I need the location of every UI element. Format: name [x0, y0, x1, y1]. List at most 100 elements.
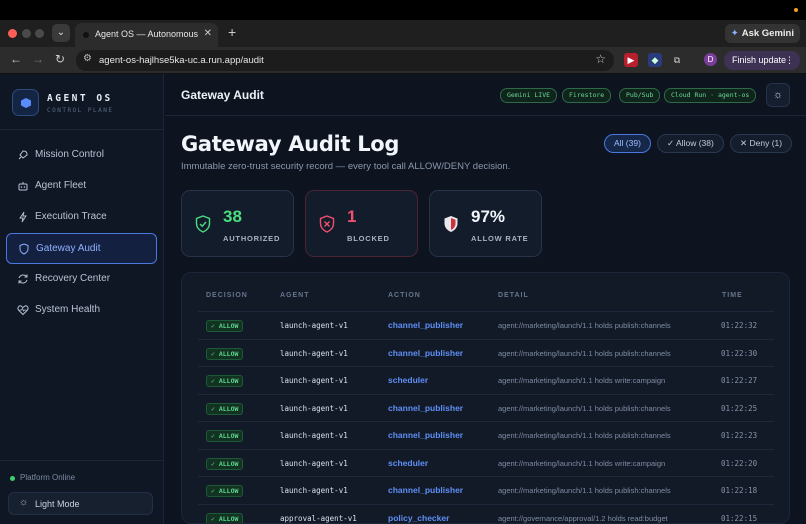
ask-gemini-button[interactable]: ✦ Ask Gemini: [724, 24, 800, 43]
platform-status: Platform Online: [20, 473, 76, 482]
row-action-link[interactable]: channel_publisher: [388, 485, 463, 495]
sidebar-item-label: Gateway Audit: [36, 243, 101, 254]
table-row[interactable]: ✓ ALLOW approval-agent-v1 policy_checker ag…: [198, 503, 774, 523]
stat-value: 38: [223, 207, 242, 226]
window-close-button[interactable]: [8, 29, 17, 38]
sidebar-nav: Mission Control Agent Fleet Execution Tr…: [6, 140, 157, 326]
status-pill-firestore: Firestore: [562, 88, 612, 103]
sidebar-item-execution-trace[interactable]: Execution Trace: [6, 202, 157, 233]
row-action-link[interactable]: scheduler: [388, 375, 428, 385]
filter-deny-button[interactable]: ✕ Deny (1): [730, 134, 793, 153]
row-action-link[interactable]: policy_checker: [388, 513, 449, 523]
address-bar[interactable]: ⚙ agent-os-hajlhse5ka-uc.a.run.app/audit…: [76, 50, 614, 71]
row-agent: launch-agent-v1: [280, 348, 348, 358]
column-header-agent: AGENT: [280, 292, 310, 299]
filter-allow-button[interactable]: ✓ Allow (38): [657, 134, 724, 153]
new-tab-button[interactable]: +: [228, 24, 236, 40]
sidebar-item-recovery-center[interactable]: Recovery Center: [6, 264, 157, 295]
browser-tab-bar: ⌄ Agent OS — Autonomous Ope ✕ + ✦Ask Gem…: [0, 20, 806, 47]
filter-all-button[interactable]: All (39): [604, 134, 651, 153]
extensions-puzzle-icon[interactable]: ⧉: [670, 53, 684, 67]
window-maximize-button[interactable]: [35, 29, 44, 38]
finish-update-button[interactable]: Finish update ⋮: [724, 51, 800, 70]
column-header-time: TIME: [722, 292, 743, 299]
row-action-link[interactable]: channel_publisher: [388, 430, 463, 440]
row-agent: approval-agent-v1: [280, 513, 357, 523]
theme-toggle-sun-icon[interactable]: ☼: [766, 83, 790, 107]
extension-red-icon[interactable]: ▶: [624, 53, 638, 67]
app-root: AGENT OS CONTROL PLANE Mission Control A…: [0, 74, 806, 524]
tab-search-chevron-icon[interactable]: ⌄: [52, 24, 70, 42]
stat-card-blocked: 1 BLOCKED: [305, 190, 418, 257]
tab-close-icon[interactable]: ✕: [204, 28, 212, 39]
row-action-link[interactable]: channel_publisher: [388, 348, 463, 358]
row-detail: agent://marketing/launch/1.1 holds publi…: [498, 321, 671, 330]
top-bar: Gateway Audit Gemini LIVE Firestore Pub/…: [165, 74, 806, 116]
brand-name: AGENT OS: [47, 93, 113, 104]
url-text: agent-os-hajlhse5ka-uc.a.run.app/audit: [99, 55, 264, 66]
brand: AGENT OS CONTROL PLANE: [0, 74, 164, 130]
light-mode-button[interactable]: ☼ Light Mode: [8, 492, 153, 515]
sidebar-footer: Platform Online ☼ Light Mode: [0, 460, 164, 524]
row-action-link[interactable]: channel_publisher: [388, 320, 463, 330]
sidebar-item-system-health[interactable]: System Health: [6, 295, 157, 326]
topbar-title: Gateway Audit: [181, 88, 264, 102]
table-row[interactable]: ✓ ALLOW launch-agent-v1 channel_publisher a…: [198, 476, 774, 504]
column-header-action: ACTION: [388, 292, 421, 299]
sidebar-item-agent-fleet[interactable]: Agent Fleet: [6, 171, 157, 202]
main-content: Gateway Audit Gemini LIVE Firestore Pub/…: [165, 74, 806, 524]
extension-badge-icon[interactable]: ◆: [648, 53, 662, 67]
more-menu-icon: ⋮: [785, 55, 794, 65]
browser-tab-active[interactable]: Agent OS — Autonomous Ope ✕: [75, 23, 218, 47]
profile-avatar[interactable]: D: [704, 53, 717, 66]
status-pill-cloudrun: Cloud Run · agent-os: [664, 88, 757, 103]
row-time: 01:22:15: [721, 513, 758, 523]
stat-label: BLOCKED: [347, 234, 390, 243]
table-row[interactable]: ✓ ALLOW launch-agent-v1 scheduler agent://m…: [198, 366, 774, 394]
page-subtitle: Immutable zero-trust security record — e…: [181, 161, 511, 172]
row-time: 01:22:30: [721, 348, 758, 358]
row-detail: agent://marketing/launch/1.1 holds publi…: [498, 486, 671, 495]
allow-badge: ✓ ALLOW: [206, 375, 244, 387]
row-action-link[interactable]: scheduler: [388, 458, 428, 468]
window-minimize-button[interactable]: [22, 29, 31, 38]
forward-arrow-icon[interactable]: →: [32, 52, 44, 66]
sun-icon: ☼: [19, 497, 29, 508]
row-detail: agent://marketing/launch/1.1 holds publi…: [498, 348, 671, 358]
allow-badge: ✓ ALLOW: [206, 512, 244, 523]
stat-value: 97%: [471, 207, 506, 226]
row-time: 01:22:18: [721, 486, 758, 495]
row-time: 01:22:25: [721, 403, 758, 413]
audit-table: DECISION AGENT ACTION DETAIL TIME ✓ ALLO…: [181, 272, 790, 524]
table-row[interactable]: ✓ ALLOW launch-agent-v1 scheduler agent://m…: [198, 448, 774, 477]
sidebar: AGENT OS CONTROL PLANE Mission Control A…: [0, 74, 164, 524]
finish-update-label: Finish update: [732, 55, 787, 65]
row-action-link[interactable]: channel_publisher: [388, 403, 463, 413]
stat-value: 1: [347, 207, 357, 226]
shield-check-icon: [195, 215, 211, 233]
sidebar-item-gateway-audit[interactable]: Gateway Audit: [6, 233, 157, 264]
sidebar-item-mission-control[interactable]: Mission Control: [6, 140, 157, 171]
row-detail: agent://marketing/launch/1.1 holds write…: [498, 458, 666, 468]
row-agent: launch-agent-v1: [280, 458, 348, 468]
hexagon-logo-icon: [12, 89, 39, 116]
column-header-detail: DETAIL: [498, 292, 529, 299]
bookmark-star-icon[interactable]: ☆: [595, 52, 606, 66]
heartbeat-icon: [17, 305, 29, 316]
table-row[interactable]: ✓ ALLOW launch-agent-v1 channel_publisher a…: [198, 338, 774, 367]
status-pill-gemini: Gemini LIVE: [500, 88, 558, 103]
status-dot: [10, 476, 15, 481]
tab-title: Agent OS — Autonomous Ope: [95, 29, 201, 39]
back-arrow-icon[interactable]: ←: [10, 52, 22, 66]
table-row[interactable]: ✓ ALLOW launch-agent-v1 channel_publisher a…: [198, 311, 774, 339]
table-row[interactable]: ✓ ALLOW launch-agent-v1 channel_publisher a…: [198, 421, 774, 449]
table-row[interactable]: ✓ ALLOW launch-agent-v1 channel_publisher a…: [198, 393, 774, 422]
browser-toolbar: ← → ↻ ⚙ agent-os-hajlhse5ka-uc.a.run.app…: [0, 47, 806, 74]
site-info-icon[interactable]: ⚙: [83, 53, 92, 64]
ask-gemini-label: Ask Gemini: [741, 28, 794, 39]
shield-x-icon: [319, 215, 335, 233]
reload-icon[interactable]: ↻: [55, 52, 65, 66]
row-detail: agent://governance/approval/1.2 holds re…: [498, 513, 668, 523]
row-time: 01:22:27: [721, 376, 758, 385]
brand-subtitle: CONTROL PLANE: [47, 107, 114, 114]
